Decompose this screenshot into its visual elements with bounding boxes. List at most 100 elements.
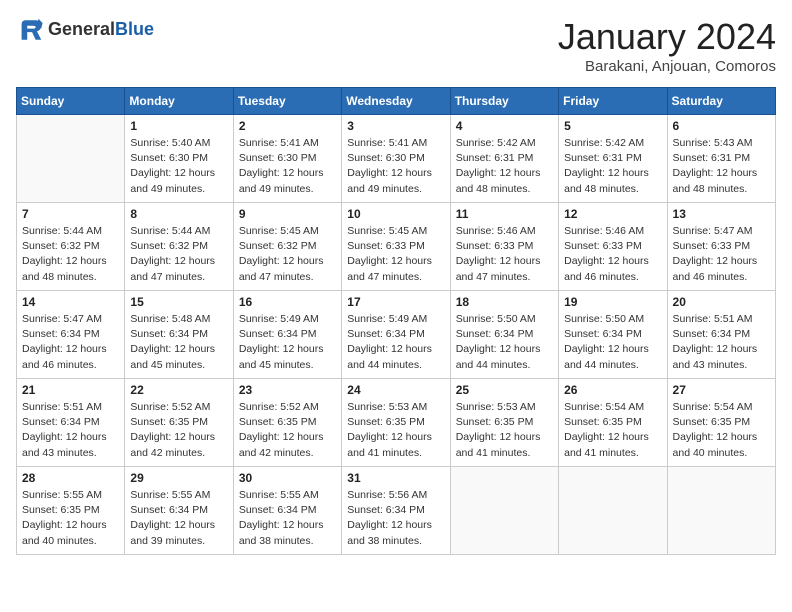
day-number: 4 — [456, 119, 553, 133]
calendar-cell: 15Sunrise: 5:48 AMSunset: 6:34 PMDayligh… — [125, 291, 233, 379]
calendar-cell: 9 Sunrise: 5:45 AMSunset: 6:32 PMDaylight… — [233, 203, 341, 291]
weekday-header-thursday: Thursday — [450, 88, 558, 115]
calendar-cell: 20 Sunrise: 5:51 AMSunset: 6:34 PMDayligh… — [667, 291, 775, 379]
weekday-header-sunday: Sunday — [17, 88, 125, 115]
calendar-cell — [17, 115, 125, 203]
day-info: Sunrise: 5:40 AMSunset: 6:30 PMDaylight:… — [130, 136, 227, 197]
day-info: Sunrise: 5:42 AMSunset: 6:31 PMDaylight:… — [456, 136, 553, 197]
day-info: Sunrise: 5:41 AMSunset: 6:30 PMDaylight:… — [239, 136, 336, 197]
day-info: Sunrise: 5:49 AMSunset: 6:34 PMDaylight:… — [239, 312, 336, 373]
day-number: 6 — [673, 119, 770, 133]
day-number: 13 — [673, 207, 770, 221]
day-info: Sunrise: 5:49 AMSunset: 6:34 PMDaylight:… — [347, 312, 444, 373]
week-row-2: 7 Sunrise: 5:44 AMSunset: 6:32 PMDaylight… — [17, 203, 776, 291]
day-number: 18 — [456, 295, 553, 309]
weekday-header-tuesday: Tuesday — [233, 88, 341, 115]
day-number: 1 — [130, 119, 227, 133]
calendar-cell: 31 Sunrise: 5:56 AMSunset: 6:34 PMDayligh… — [342, 467, 450, 555]
day-number: 3 — [347, 119, 444, 133]
calendar-cell: 22 Sunrise: 5:52 AMSunset: 6:35 PMDayligh… — [125, 379, 233, 467]
calendar-cell: 24 Sunrise: 5:53 AMSunset: 6:35 PMDayligh… — [342, 379, 450, 467]
day-info: Sunrise: 5:52 AMSunset: 6:35 PMDaylight:… — [130, 400, 227, 461]
day-number: 29 — [130, 471, 227, 485]
calendar-cell: 10Sunrise: 5:45 AMSunset: 6:33 PMDayligh… — [342, 203, 450, 291]
calendar-cell: 3 Sunrise: 5:41 AMSunset: 6:30 PMDaylight… — [342, 115, 450, 203]
calendar-table: SundayMondayTuesdayWednesdayThursdayFrid… — [16, 87, 776, 555]
month-title: January 2024 — [558, 16, 776, 58]
day-number: 25 — [456, 383, 553, 397]
calendar-cell: 30Sunrise: 5:55 AMSunset: 6:34 PMDayligh… — [233, 467, 341, 555]
calendar-cell: 19 Sunrise: 5:50 AMSunset: 6:34 PMDayligh… — [559, 291, 667, 379]
calendar-cell: 2 Sunrise: 5:41 AMSunset: 6:30 PMDaylight… — [233, 115, 341, 203]
calendar-cell — [667, 467, 775, 555]
day-number: 5 — [564, 119, 661, 133]
day-number: 9 — [239, 207, 336, 221]
day-info: Sunrise: 5:50 AMSunset: 6:34 PMDaylight:… — [564, 312, 661, 373]
calendar-cell: 27 Sunrise: 5:54 AMSunset: 6:35 PMDayligh… — [667, 379, 775, 467]
calendar-cell: 1 Sunrise: 5:40 AMSunset: 6:30 PMDaylight… — [125, 115, 233, 203]
calendar-cell: 17Sunrise: 5:49 AMSunset: 6:34 PMDayligh… — [342, 291, 450, 379]
day-info: Sunrise: 5:43 AMSunset: 6:31 PMDaylight:… — [673, 136, 770, 197]
day-number: 26 — [564, 383, 661, 397]
day-info: Sunrise: 5:51 AMSunset: 6:34 PMDaylight:… — [673, 312, 770, 373]
day-info: Sunrise: 5:53 AMSunset: 6:35 PMDaylight:… — [347, 400, 444, 461]
day-number: 21 — [22, 383, 119, 397]
day-info: Sunrise: 5:56 AMSunset: 6:34 PMDaylight:… — [347, 488, 444, 549]
day-number: 16 — [239, 295, 336, 309]
calendar-cell: 18 Sunrise: 5:50 AMSunset: 6:34 PMDayligh… — [450, 291, 558, 379]
calendar-cell: 5 Sunrise: 5:42 AMSunset: 6:31 PMDaylight… — [559, 115, 667, 203]
week-row-3: 14 Sunrise: 5:47 AMSunset: 6:34 PMDayligh… — [17, 291, 776, 379]
calendar-cell: 4 Sunrise: 5:42 AMSunset: 6:31 PMDaylight… — [450, 115, 558, 203]
calendar-cell: 13 Sunrise: 5:47 AMSunset: 6:33 PMDayligh… — [667, 203, 775, 291]
day-info: Sunrise: 5:50 AMSunset: 6:34 PMDaylight:… — [456, 312, 553, 373]
calendar-cell: 16 Sunrise: 5:49 AMSunset: 6:34 PMDayligh… — [233, 291, 341, 379]
logo-text: GeneralBlue — [48, 20, 154, 40]
calendar-cell: 6 Sunrise: 5:43 AMSunset: 6:31 PMDaylight… — [667, 115, 775, 203]
title-area: January 2024 Barakani, Anjouan, Comoros — [558, 16, 776, 75]
week-row-5: 28 Sunrise: 5:55 AMSunset: 6:35 PMDayligh… — [17, 467, 776, 555]
day-info: Sunrise: 5:48 AMSunset: 6:34 PMDaylight:… — [130, 312, 227, 373]
day-info: Sunrise: 5:47 AMSunset: 6:34 PMDaylight:… — [22, 312, 119, 373]
calendar-cell — [450, 467, 558, 555]
header: GeneralBlue January 2024 Barakani, Anjou… — [16, 16, 776, 75]
logo: GeneralBlue — [16, 16, 154, 44]
weekday-header-friday: Friday — [559, 88, 667, 115]
day-number: 27 — [673, 383, 770, 397]
day-info: Sunrise: 5:47 AMSunset: 6:33 PMDaylight:… — [673, 224, 770, 285]
calendar-cell — [559, 467, 667, 555]
day-number: 31 — [347, 471, 444, 485]
calendar-cell: 11Sunrise: 5:46 AMSunset: 6:33 PMDayligh… — [450, 203, 558, 291]
day-number: 7 — [22, 207, 119, 221]
day-number: 8 — [130, 207, 227, 221]
day-number: 22 — [130, 383, 227, 397]
day-number: 24 — [347, 383, 444, 397]
day-info: Sunrise: 5:54 AMSunset: 6:35 PMDaylight:… — [673, 400, 770, 461]
day-info: Sunrise: 5:55 AMSunset: 6:34 PMDaylight:… — [239, 488, 336, 549]
weekday-header-wednesday: Wednesday — [342, 88, 450, 115]
day-info: Sunrise: 5:42 AMSunset: 6:31 PMDaylight:… — [564, 136, 661, 197]
day-number: 12 — [564, 207, 661, 221]
calendar-cell: 14 Sunrise: 5:47 AMSunset: 6:34 PMDayligh… — [17, 291, 125, 379]
calendar-cell: 25Sunrise: 5:53 AMSunset: 6:35 PMDayligh… — [450, 379, 558, 467]
day-info: Sunrise: 5:54 AMSunset: 6:35 PMDaylight:… — [564, 400, 661, 461]
day-info: Sunrise: 5:45 AMSunset: 6:32 PMDaylight:… — [239, 224, 336, 285]
calendar-cell: 7 Sunrise: 5:44 AMSunset: 6:32 PMDaylight… — [17, 203, 125, 291]
calendar-cell: 12 Sunrise: 5:46 AMSunset: 6:33 PMDayligh… — [559, 203, 667, 291]
day-info: Sunrise: 5:46 AMSunset: 6:33 PMDaylight:… — [456, 224, 553, 285]
location-subtitle: Barakani, Anjouan, Comoros — [558, 58, 776, 75]
day-info: Sunrise: 5:52 AMSunset: 6:35 PMDaylight:… — [239, 400, 336, 461]
day-info: Sunrise: 5:41 AMSunset: 6:30 PMDaylight:… — [347, 136, 444, 197]
calendar-cell: 28 Sunrise: 5:55 AMSunset: 6:35 PMDayligh… — [17, 467, 125, 555]
calendar-cell: 8 Sunrise: 5:44 AMSunset: 6:32 PMDaylight… — [125, 203, 233, 291]
day-number: 20 — [673, 295, 770, 309]
day-info: Sunrise: 5:44 AMSunset: 6:32 PMDaylight:… — [22, 224, 119, 285]
weekday-header-row: SundayMondayTuesdayWednesdayThursdayFrid… — [17, 88, 776, 115]
day-number: 28 — [22, 471, 119, 485]
day-info: Sunrise: 5:46 AMSunset: 6:33 PMDaylight:… — [564, 224, 661, 285]
day-number: 14 — [22, 295, 119, 309]
day-info: Sunrise: 5:55 AMSunset: 6:35 PMDaylight:… — [22, 488, 119, 549]
day-info: Sunrise: 5:55 AMSunset: 6:34 PMDaylight:… — [130, 488, 227, 549]
day-number: 19 — [564, 295, 661, 309]
day-number: 2 — [239, 119, 336, 133]
day-info: Sunrise: 5:44 AMSunset: 6:32 PMDaylight:… — [130, 224, 227, 285]
